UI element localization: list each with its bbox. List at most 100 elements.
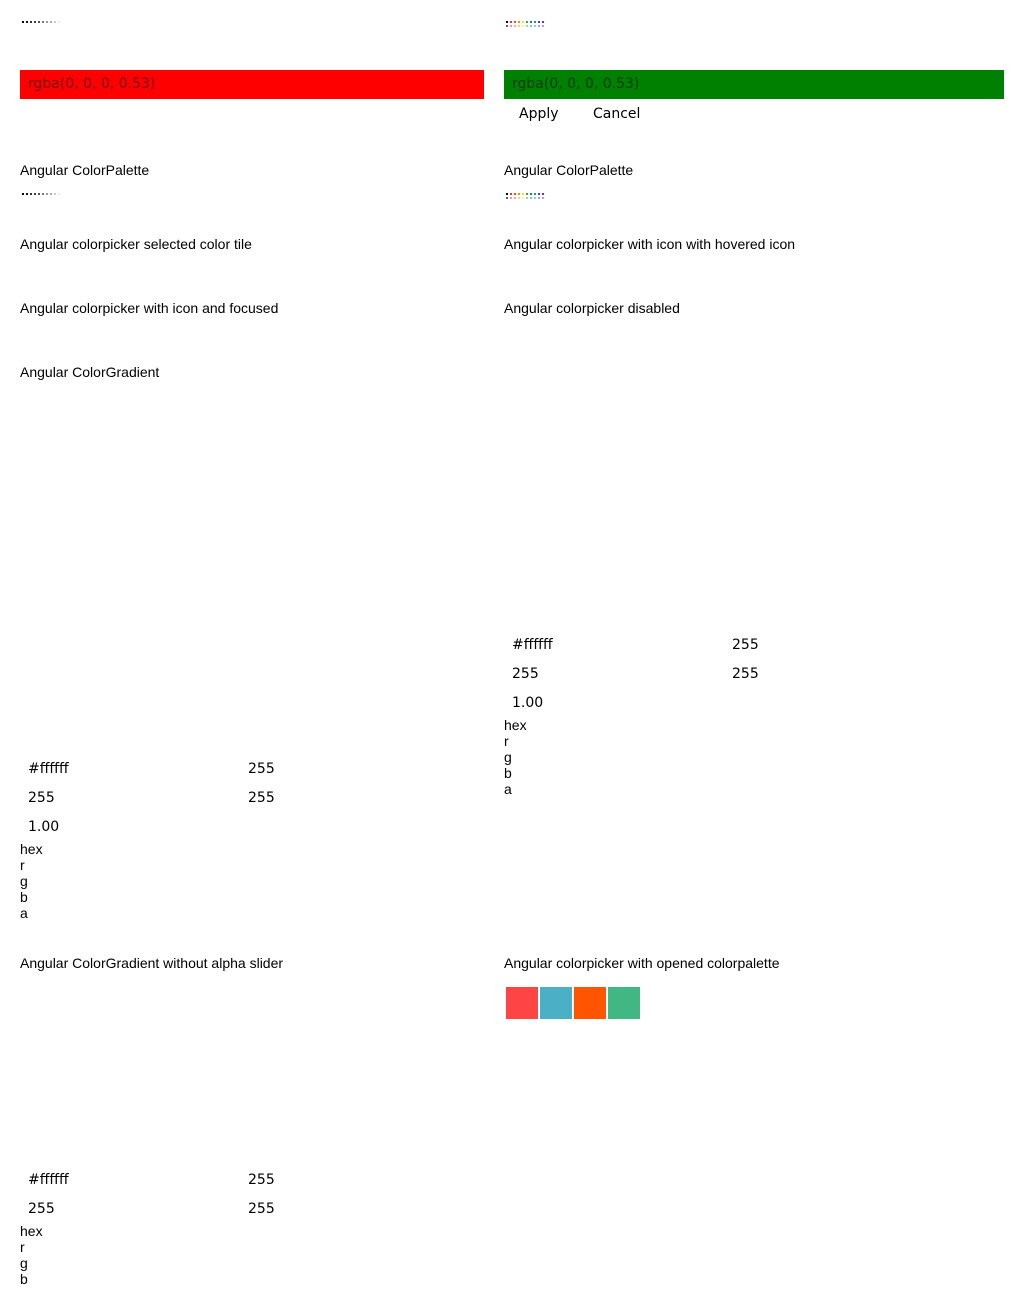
b-input[interactable]: 255 (248, 790, 275, 806)
palette-dot[interactable] (58, 193, 60, 195)
g-input[interactable]: 255 (28, 1201, 55, 1217)
palette-dot[interactable] (538, 197, 540, 199)
palette-dot[interactable] (514, 21, 516, 23)
colorpicker-input-red[interactable]: rgba(0, 0, 0, 0.53) (20, 70, 484, 99)
palette-left-dots[interactable] (22, 193, 62, 195)
palette-dot[interactable] (58, 21, 60, 23)
palette-dot[interactable] (510, 197, 512, 199)
palette-dot[interactable] (22, 21, 24, 23)
palette-dot[interactable] (54, 193, 56, 195)
b-label: b (20, 889, 28, 905)
palette-dot[interactable] (534, 21, 536, 23)
palette-dot[interactable] (30, 21, 32, 23)
r-label: r (20, 857, 25, 873)
palette-dot[interactable] (522, 193, 524, 195)
palette-dot[interactable] (522, 25, 524, 27)
swatch-tile[interactable] (540, 987, 572, 1019)
palette-dot[interactable] (542, 25, 544, 27)
g-input[interactable]: 255 (512, 666, 539, 682)
palette-dot[interactable] (542, 21, 544, 23)
palette-right-dots[interactable] (506, 193, 546, 199)
hex-label: hex (20, 1223, 43, 1239)
palette-dot[interactable] (42, 21, 44, 23)
hex-label: hex (20, 841, 43, 857)
b-input[interactable]: 255 (248, 1201, 275, 1217)
palette-dot[interactable] (518, 25, 520, 27)
palette-dot[interactable] (510, 25, 512, 27)
r-label: r (504, 733, 509, 749)
swatch-tile[interactable] (608, 987, 640, 1019)
hex-input[interactable]: #ffffff (28, 1172, 69, 1188)
palette-dot[interactable] (506, 25, 508, 27)
palette-dot[interactable] (514, 25, 516, 27)
palette-dot[interactable] (542, 197, 544, 199)
r-input[interactable]: 255 (248, 1172, 275, 1188)
palette-dot[interactable] (534, 193, 536, 195)
palette-dot[interactable] (542, 193, 544, 195)
palette-dot[interactable] (38, 193, 40, 195)
heading-gradient: Angular ColorGradient (20, 364, 160, 380)
apply-button[interactable]: Apply (519, 106, 559, 122)
r-input[interactable]: 255 (732, 637, 759, 653)
palette-dot[interactable] (506, 21, 508, 23)
a-label: a (20, 905, 28, 921)
heading-palette-right: Angular ColorPalette (504, 162, 634, 178)
heading-gradient-no-alpha: Angular ColorGradient without alpha slid… (20, 955, 284, 971)
palette-dot[interactable] (30, 193, 32, 195)
a-input[interactable]: 1.00 (512, 695, 543, 711)
palette-dot[interactable] (534, 197, 536, 199)
g-label: g (20, 1255, 28, 1271)
palette-dot[interactable] (530, 25, 532, 27)
palette-dot[interactable] (514, 197, 516, 199)
g-input[interactable]: 255 (28, 790, 55, 806)
swatch-tile[interactable] (506, 987, 538, 1019)
hex-input[interactable]: #ffffff (28, 761, 69, 777)
a-input[interactable]: 1.00 (28, 819, 59, 835)
g-label: g (504, 749, 512, 765)
palette-dot[interactable] (38, 21, 40, 23)
palette-dot[interactable] (534, 25, 536, 27)
palette-dot[interactable] (34, 193, 36, 195)
heading-focused: Angular colorpicker with icon and focuse… (20, 300, 279, 316)
palette-dot[interactable] (42, 193, 44, 195)
palette-dot[interactable] (506, 197, 508, 199)
cancel-button[interactable]: Cancel (593, 106, 640, 122)
palette-dot[interactable] (510, 21, 512, 23)
palette-dot[interactable] (522, 197, 524, 199)
palette-dot[interactable] (538, 21, 540, 23)
opened-palette (506, 987, 642, 1019)
palette-dot[interactable] (46, 193, 48, 195)
palette-dot[interactable] (518, 197, 520, 199)
palette-dot[interactable] (26, 21, 28, 23)
palette-preview-right (506, 21, 546, 27)
palette-dot[interactable] (530, 193, 532, 195)
palette-dot[interactable] (526, 193, 528, 195)
gradient-left-labels: hex r g b a (20, 841, 43, 921)
palette-dot[interactable] (522, 21, 524, 23)
palette-dot[interactable] (526, 25, 528, 27)
r-input[interactable]: 255 (248, 761, 275, 777)
palette-dot[interactable] (538, 25, 540, 27)
palette-dot[interactable] (530, 197, 532, 199)
palette-dot[interactable] (54, 21, 56, 23)
palette-dot[interactable] (530, 21, 532, 23)
palette-dot[interactable] (506, 193, 508, 195)
palette-dot[interactable] (34, 21, 36, 23)
palette-dot[interactable] (526, 21, 528, 23)
colorpicker-input-green[interactable]: rgba(0, 0, 0, 0.53) (504, 70, 1004, 99)
palette-dot[interactable] (50, 21, 52, 23)
swatch-tile[interactable] (574, 987, 606, 1019)
palette-dot[interactable] (518, 193, 520, 195)
palette-dot[interactable] (518, 21, 520, 23)
palette-dot[interactable] (510, 193, 512, 195)
heading-palette-left: Angular ColorPalette (20, 162, 150, 178)
palette-dot[interactable] (46, 21, 48, 23)
palette-dot[interactable] (26, 193, 28, 195)
palette-dot[interactable] (50, 193, 52, 195)
palette-dot[interactable] (538, 193, 540, 195)
palette-dot[interactable] (514, 193, 516, 195)
palette-dot[interactable] (526, 197, 528, 199)
palette-dot[interactable] (22, 193, 24, 195)
hex-input[interactable]: #ffffff (512, 637, 553, 653)
b-input[interactable]: 255 (732, 666, 759, 682)
